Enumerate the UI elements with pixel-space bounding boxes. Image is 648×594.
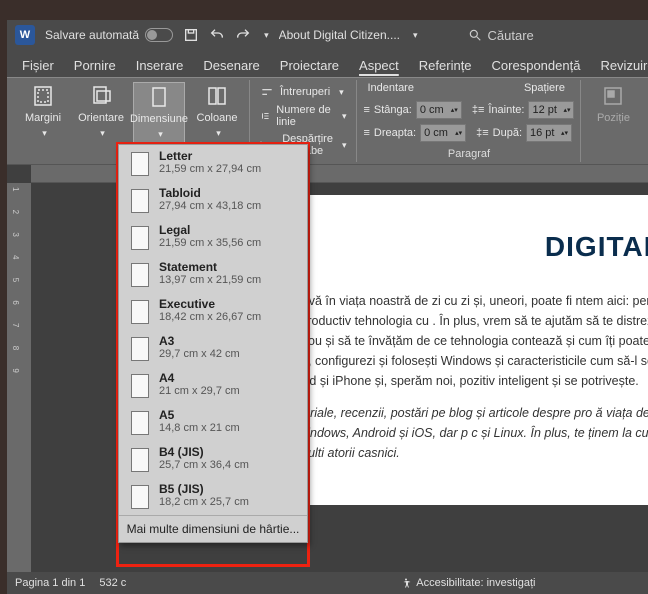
size-option-a5[interactable]: A514,8 cm x 21 cm — [119, 404, 307, 441]
page-thumb-icon — [131, 337, 149, 361]
size-dimensions: 21 cm x 29,7 cm — [159, 385, 240, 397]
tab-proiectare[interactable]: Proiectare — [271, 54, 348, 77]
undo-icon[interactable] — [209, 27, 225, 43]
page-thumb-icon — [131, 300, 149, 324]
status-accessibility[interactable]: Accesibilitate: investigați — [400, 577, 535, 589]
size-option-b4-jis-[interactable]: B4 (JIS)25,7 cm x 36,4 cm — [119, 441, 307, 478]
size-name: A4 — [159, 371, 240, 385]
more-paper-sizes[interactable]: Mai multe dimensiuni de hârtie... — [119, 515, 307, 542]
size-dimensions: 13,97 cm x 21,59 cm — [159, 274, 261, 286]
size-dimensions: 27,94 cm x 43,18 cm — [159, 200, 261, 212]
ribbon: Margini▾ Orientare▾ Dimensiune▾ Coloane▾ — [7, 77, 648, 165]
size-name: Tabloid — [159, 186, 261, 200]
paragraph-group: Indentare Spațiere ≡ Stânga: 0 cm▴▾ ‡≡ Î… — [357, 80, 581, 162]
size-option-b5-jis-[interactable]: B5 (JIS)18,2 cm x 25,7 cm — [119, 478, 307, 515]
size-dimensions: 21,59 cm x 35,56 cm — [159, 237, 261, 249]
toggle-icon[interactable] — [145, 28, 173, 42]
size-option-a4[interactable]: A421 cm x 29,7 cm — [119, 367, 307, 404]
save-icon[interactable] — [183, 27, 199, 43]
size-name: Executive — [159, 297, 261, 311]
size-name: A5 — [159, 408, 240, 422]
margins-button[interactable]: Margini▾ — [17, 82, 69, 160]
size-option-letter[interactable]: Letter21,59 cm x 27,94 cm — [119, 145, 307, 182]
size-dimensions: 14,8 cm x 21 cm — [159, 422, 240, 434]
spacing-after-icon: ‡≡ — [476, 127, 489, 139]
tab-aspect[interactable]: Aspect — [350, 54, 408, 77]
accessibility-icon — [400, 577, 412, 589]
statusbar: Pagina 1 din 1 532 c Accesibilitate: inv… — [7, 572, 648, 594]
size-option-legal[interactable]: Legal21,59 cm x 35,56 cm — [119, 219, 307, 256]
tab-referințe[interactable]: Referințe — [410, 54, 481, 77]
word-window: W Salvare automată ▾ About Digital Citiz… — [7, 20, 648, 594]
size-option-statement[interactable]: Statement13,97 cm x 21,59 cm — [119, 256, 307, 293]
arrange-group: Poziție În — [581, 80, 648, 162]
status-page[interactable]: Pagina 1 din 1 — [15, 577, 85, 589]
tab-desenare[interactable]: Desenare — [194, 54, 268, 77]
size-name: Statement — [159, 260, 261, 274]
vertical-ruler[interactable]: 1 2 3 4 5 6 7 8 9 — [7, 183, 31, 572]
paragraph-label: Paragraf — [363, 147, 574, 160]
autosave-toggle[interactable]: Salvare automată — [45, 28, 173, 42]
position-button: Poziție — [587, 82, 639, 160]
ribbon-tabs: FișierPornireInserareDesenareProiectareA… — [7, 50, 648, 77]
page-thumb-icon — [131, 263, 149, 287]
spacing-after-label: După: — [493, 127, 522, 139]
size-name: Letter — [159, 149, 261, 163]
document-area: 1 2 3 4 5 6 7 8 9 PRE NOI untem aici DIG… — [7, 165, 648, 572]
indent-label: Indentare — [367, 82, 413, 94]
titlebar: W Salvare automată ▾ About Digital Citiz… — [7, 20, 648, 50]
breaks-button[interactable]: Întreruperi▾ — [256, 84, 350, 100]
indent-left-input[interactable]: 0 cm▴▾ — [416, 101, 462, 119]
indent-left-label: Stânga: — [374, 104, 412, 116]
spacing-before-label: Înainte: — [488, 104, 524, 116]
word-logo-icon: W — [15, 25, 35, 45]
size-dropdown: Letter21,59 cm x 27,94 cmTabloid27,94 cm… — [118, 144, 308, 543]
size-option-a3[interactable]: A329,7 cm x 42 cm — [119, 330, 307, 367]
size-option-tabloid[interactable]: Tabloid27,94 cm x 43,18 cm — [119, 182, 307, 219]
redo-icon[interactable] — [235, 27, 251, 43]
size-dimensions: 21,59 cm x 27,94 cm — [159, 163, 261, 175]
title-chevron-icon[interactable]: ▾ — [413, 30, 418, 41]
spacing-before-input[interactable]: 12 pt▴▾ — [528, 101, 574, 119]
size-name: B5 (JIS) — [159, 482, 249, 496]
page-thumb-icon — [131, 152, 149, 176]
indent-right-icon: ≡ — [363, 127, 369, 139]
tab-fișier[interactable]: Fișier — [13, 54, 63, 77]
size-name: B4 (JIS) — [159, 445, 249, 459]
indent-right-input[interactable]: 0 cm▴▾ — [420, 124, 466, 142]
tab-inserare[interactable]: Inserare — [127, 54, 193, 77]
tab-corespondență[interactable]: Corespondență — [483, 54, 590, 77]
page-thumb-icon — [131, 411, 149, 435]
indent-left-icon: ≡ — [363, 104, 369, 116]
page-thumb-icon — [131, 226, 149, 250]
size-dimensions: 25,7 cm x 36,4 cm — [159, 459, 249, 471]
tab-pornire[interactable]: Pornire — [65, 54, 125, 77]
spacing-after-input[interactable]: 16 pt▴▾ — [526, 124, 572, 142]
size-name: Legal — [159, 223, 261, 237]
page-thumb-icon — [131, 189, 149, 213]
size-dimensions: 18,2 cm x 25,7 cm — [159, 496, 249, 508]
page-thumb-icon — [131, 448, 149, 472]
document-title[interactable]: About Digital Citizen.... — [279, 28, 400, 42]
indent-right-label: Dreapta: — [374, 127, 416, 139]
qat-more-icon[interactable]: ▾ — [264, 30, 269, 41]
page-thumb-icon — [131, 485, 149, 509]
size-dimensions: 18,42 cm x 26,67 cm — [159, 311, 261, 323]
tab-revizuire[interactable]: Revizuire — [591, 54, 648, 77]
spacing-before-icon: ‡≡ — [472, 104, 485, 116]
size-dimensions: 29,7 cm x 42 cm — [159, 348, 240, 360]
size-option-executive[interactable]: Executive18,42 cm x 26,67 cm — [119, 293, 307, 330]
page-thumb-icon — [131, 374, 149, 398]
size-name: A3 — [159, 334, 240, 348]
spacing-label: Spațiere — [524, 82, 565, 94]
search-box[interactable]: Căutare — [468, 28, 534, 43]
search-icon — [468, 28, 482, 42]
brand-logo: DIGITAL CITI — [545, 225, 648, 270]
status-word-count[interactable]: 532 c — [99, 577, 126, 589]
line-numbers-button[interactable]: Numere de linie▾ — [256, 103, 350, 129]
